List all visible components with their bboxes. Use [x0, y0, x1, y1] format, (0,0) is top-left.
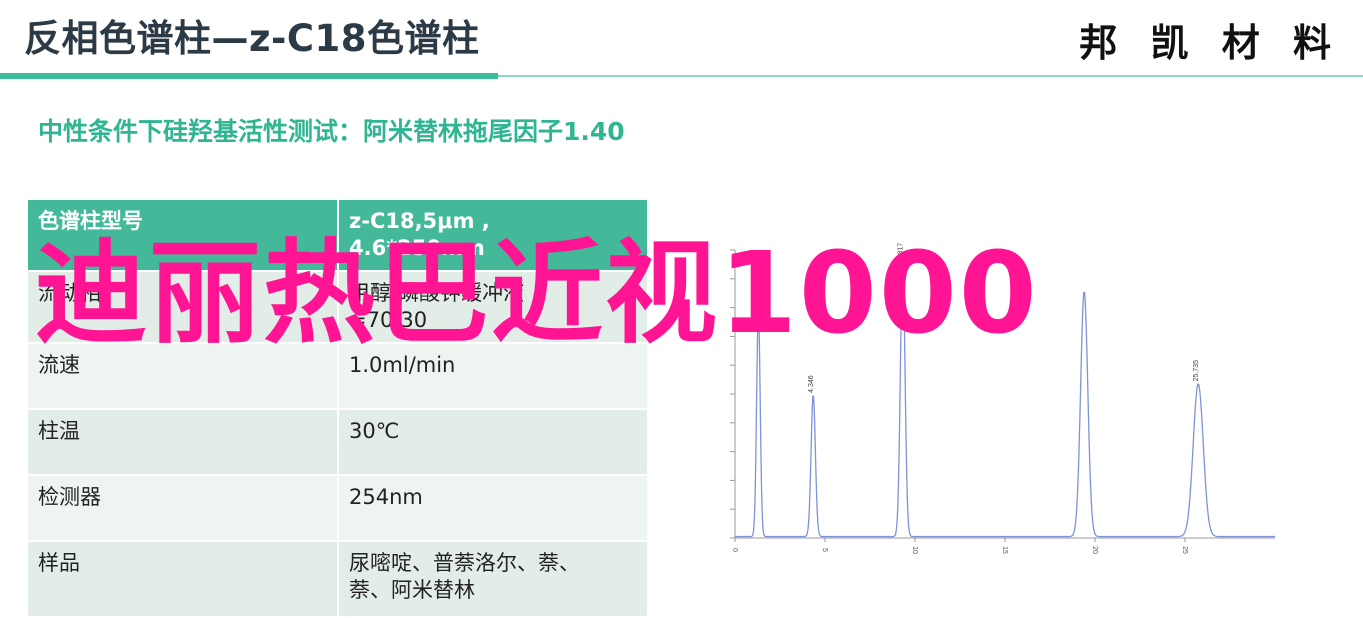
y-axis-label: AU	[697, 253, 707, 260]
table-cell-value-line1: 尿嘧啶、普萘洛尔、萘、	[349, 551, 580, 575]
table-row: 柱温 30℃	[28, 409, 647, 476]
page-title: 反相色谱柱—z-C18色谱柱	[24, 17, 480, 60]
table-cell-key: 柱温	[28, 409, 339, 476]
table-cell-value-line2: 萘、阿米替林	[349, 578, 475, 602]
table-header-key: 色谱柱型号	[28, 200, 339, 272]
peak-label: 25.735	[1193, 360, 1200, 382]
x-tick-label: 5	[821, 548, 828, 552]
x-tick-label: 20	[1091, 546, 1098, 554]
table-row: 检测器 254nm	[28, 475, 647, 542]
table-cell-value-line1: 甲醇/磷酸钾缓冲液	[349, 281, 525, 305]
table-cell-key: 流动相	[28, 271, 339, 344]
table-row: 流动相 甲醇/磷酸钾缓冲液 =70/30	[28, 271, 647, 344]
table-cell-value: 30℃	[338, 409, 647, 476]
peak-apex	[1197, 384, 1200, 387]
table-cell-value: 254nm	[338, 475, 647, 542]
peak-label: 9.317	[898, 243, 905, 261]
header-accent-bar	[0, 73, 498, 79]
table-cell-key: 检测器	[28, 475, 339, 542]
x-tick-label: 10	[911, 546, 918, 554]
x-tick-label: 0	[731, 548, 738, 552]
table-cell-value: 甲醇/磷酸钾缓冲液 =70/30	[338, 271, 647, 344]
section-subtitle: 中性条件下硅羟基活性测试：阿米替林拖尾因子1.40	[38, 117, 625, 146]
table-cell-key: 流速	[28, 343, 339, 410]
table-cell-value: 1.0ml/min	[338, 343, 647, 410]
table-header-value: z-C18,5μm , 4.6*250mm	[338, 200, 647, 272]
peak-apex	[812, 395, 815, 399]
peak-apex	[1083, 292, 1086, 295]
table-row: 流速 1.0ml/min	[28, 343, 647, 410]
table-header-value-line2: 4.6*250mm	[349, 236, 485, 260]
table-cell-key: 样品	[28, 541, 339, 618]
x-tick-label: 15	[1001, 546, 1008, 554]
chromatogram-chart: AU 0 5 10 15 20 25 4.346 9.317 25.735	[697, 243, 1275, 554]
parameter-table: 色谱柱型号 z-C18,5μm , 4.6*250mm 流动相 甲醇/磷酸钾缓冲…	[28, 200, 647, 618]
table-cell-value-line2: =70/30	[349, 308, 428, 332]
chromatogram-trace	[735, 263, 1275, 538]
peak-apex	[901, 263, 904, 266]
table-cell-value: 尿嘧啶、普萘洛尔、萘、 萘、阿米替林	[338, 541, 647, 618]
table-header-row: 色谱柱型号 z-C18,5μm , 4.6*250mm	[28, 200, 647, 272]
peak-label: 4.346	[808, 375, 815, 393]
table-header-value-line1: z-C18,5μm ,	[349, 209, 490, 233]
table-row: 样品 尿嘧啶、普萘洛尔、萘、 萘、阿米替林	[28, 541, 647, 618]
peak-apex	[757, 312, 760, 315]
x-tick-label: 25	[1181, 546, 1188, 554]
brand-logo-text: 邦 凯 材 料	[1079, 21, 1341, 65]
